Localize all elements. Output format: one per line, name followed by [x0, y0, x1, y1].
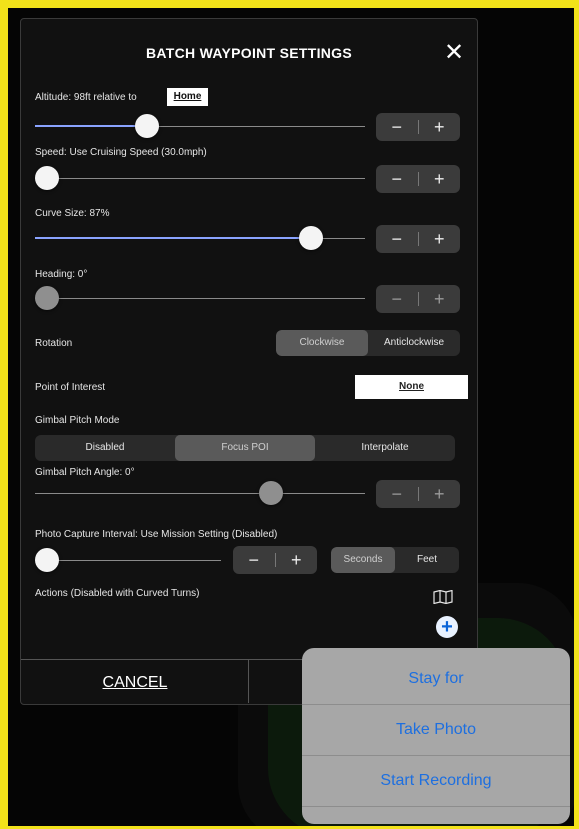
app-screen: BATCH WAYPOINT SETTINGS ✕ Altitude: 98ft… [8, 8, 574, 826]
poi-select-button[interactable]: None [355, 375, 468, 399]
unit-option-feet[interactable]: Feet [395, 547, 459, 573]
gimbal-pitch-angle-slider-track [35, 493, 365, 494]
gimbal-pitch-angle-stepper[interactable]: − + [376, 480, 460, 508]
heading-slider-thumb[interactable] [35, 286, 59, 310]
curve-size-increment-button[interactable]: + [419, 225, 461, 253]
heading-label: Heading: 0° [35, 269, 88, 280]
speed-label: Speed: Use Cruising Speed (30.0mph) [35, 147, 207, 158]
altitude-reference-button[interactable]: Home [167, 88, 208, 106]
speed-increment-button[interactable]: + [419, 165, 461, 193]
rotation-segmented-control[interactable]: Clockwise Anticlockwise [276, 330, 460, 356]
heading-decrement-button[interactable]: − [376, 285, 418, 313]
rotation-option-clockwise[interactable]: Clockwise [276, 330, 368, 356]
altitude-slider-fill [35, 125, 147, 127]
gimbal-pitch-angle-label: Gimbal Pitch Angle: 0° [35, 467, 135, 478]
batch-waypoint-settings-dialog: BATCH WAYPOINT SETTINGS ✕ Altitude: 98ft… [20, 18, 478, 705]
gimbal-mode-option-focus-poi[interactable]: Focus POI [175, 435, 315, 461]
menu-item-stop-recording[interactable]: Stop Recording [302, 807, 570, 824]
altitude-slider-thumb[interactable] [135, 114, 159, 138]
photo-capture-slider-thumb[interactable] [35, 548, 59, 572]
gimbal-mode-option-disabled[interactable]: Disabled [35, 435, 175, 461]
altitude-label: Altitude: 98ft relative to [35, 92, 137, 103]
heading-increment-button[interactable]: + [419, 285, 461, 313]
photo-capture-unit-segmented-control[interactable]: Seconds Feet [331, 547, 459, 573]
actions-label: Actions (Disabled with Curved Turns) [35, 588, 200, 599]
menu-item-stay-for[interactable]: Stay for [302, 654, 570, 704]
cancel-button[interactable]: CANCEL [75, 674, 195, 692]
gimbal-pitch-increment-button[interactable]: + [419, 480, 461, 508]
heading-slider-track [35, 298, 365, 299]
photo-capture-decrement-button[interactable]: − [233, 546, 275, 574]
menu-item-take-photo[interactable]: Take Photo [302, 705, 570, 755]
rotation-option-anticlockwise[interactable]: Anticlockwise [368, 330, 460, 356]
curve-size-decrement-button[interactable]: − [376, 225, 418, 253]
photo-capture-stepper[interactable]: − + [233, 546, 317, 574]
rotation-label: Rotation [35, 338, 73, 349]
dialog-title: BATCH WAYPOINT SETTINGS [145, 45, 353, 61]
gimbal-pitch-mode-segmented-control[interactable]: Disabled Focus POI Interpolate [35, 435, 455, 461]
speed-stepper[interactable]: − + [376, 165, 460, 193]
gimbal-pitch-decrement-button[interactable]: − [376, 480, 418, 508]
photo-capture-slider-track [35, 560, 221, 561]
curve-size-label: Curve Size: 87% [35, 208, 110, 219]
close-icon[interactable]: ✕ [443, 41, 465, 65]
poi-label: Point of Interest [35, 382, 106, 393]
gimbal-mode-option-interpolate[interactable]: Interpolate [315, 435, 455, 461]
curve-size-slider-thumb[interactable] [299, 226, 323, 250]
speed-decrement-button[interactable]: − [376, 165, 418, 193]
altitude-stepper[interactable]: − + [376, 113, 460, 141]
gimbal-pitch-mode-label: Gimbal Pitch Mode [35, 415, 120, 426]
add-action-plus-circle-icon[interactable]: + [436, 616, 458, 638]
altitude-decrement-button[interactable]: − [376, 113, 418, 141]
add-action-menu: Stay for Take Photo Start Recording Stop… [302, 648, 570, 824]
footer-button-separator [248, 660, 249, 703]
photo-capture-increment-button[interactable]: + [276, 546, 318, 574]
gimbal-pitch-angle-slider-thumb[interactable] [259, 481, 283, 505]
map-icon[interactable] [433, 590, 453, 604]
speed-slider-track [35, 178, 365, 179]
menu-item-start-recording[interactable]: Start Recording [302, 756, 570, 806]
speed-slider-thumb[interactable] [35, 166, 59, 190]
altitude-increment-button[interactable]: + [419, 113, 461, 141]
curve-size-stepper[interactable]: − + [376, 225, 460, 253]
curve-size-slider-fill [35, 237, 313, 239]
unit-option-seconds[interactable]: Seconds [331, 547, 395, 573]
heading-stepper[interactable]: − + [376, 285, 460, 313]
photo-capture-interval-label: Photo Capture Interval: Use Mission Sett… [35, 529, 278, 540]
